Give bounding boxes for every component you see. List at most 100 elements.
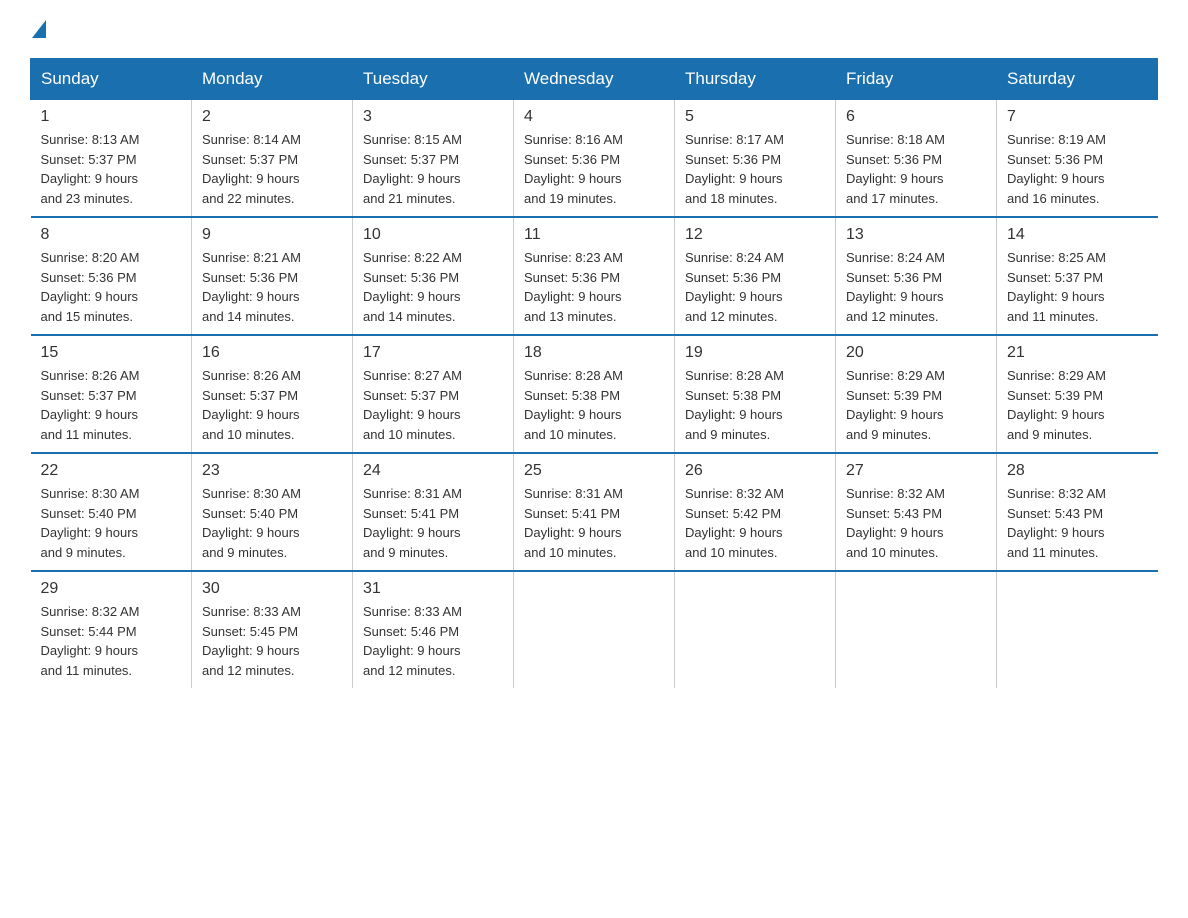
day-number: 31 xyxy=(363,580,503,598)
day-cell-24: 24 Sunrise: 8:31 AMSunset: 5:41 PMDaylig… xyxy=(353,453,514,571)
day-cell-14: 14 Sunrise: 8:25 AMSunset: 5:37 PMDaylig… xyxy=(997,217,1158,335)
header-wednesday: Wednesday xyxy=(514,59,675,100)
day-info: Sunrise: 8:15 AMSunset: 5:37 PMDaylight:… xyxy=(363,132,462,206)
day-number: 28 xyxy=(1007,462,1148,480)
day-info: Sunrise: 8:31 AMSunset: 5:41 PMDaylight:… xyxy=(363,486,462,560)
day-info: Sunrise: 8:28 AMSunset: 5:38 PMDaylight:… xyxy=(685,368,784,442)
day-info: Sunrise: 8:32 AMSunset: 5:43 PMDaylight:… xyxy=(1007,486,1106,560)
day-info: Sunrise: 8:27 AMSunset: 5:37 PMDaylight:… xyxy=(363,368,462,442)
empty-cell-w4-d4 xyxy=(675,571,836,688)
day-cell-22: 22 Sunrise: 8:30 AMSunset: 5:40 PMDaylig… xyxy=(31,453,192,571)
day-number: 21 xyxy=(1007,344,1148,362)
header-thursday: Thursday xyxy=(675,59,836,100)
day-number: 29 xyxy=(41,580,182,598)
day-cell-10: 10 Sunrise: 8:22 AMSunset: 5:36 PMDaylig… xyxy=(353,217,514,335)
day-number: 15 xyxy=(41,344,182,362)
day-cell-9: 9 Sunrise: 8:21 AMSunset: 5:36 PMDayligh… xyxy=(192,217,353,335)
day-info: Sunrise: 8:30 AMSunset: 5:40 PMDaylight:… xyxy=(202,486,301,560)
day-info: Sunrise: 8:14 AMSunset: 5:37 PMDaylight:… xyxy=(202,132,301,206)
day-number: 26 xyxy=(685,462,825,480)
week-row-3: 15 Sunrise: 8:26 AMSunset: 5:37 PMDaylig… xyxy=(31,335,1158,453)
day-info: Sunrise: 8:17 AMSunset: 5:36 PMDaylight:… xyxy=(685,132,784,206)
day-info: Sunrise: 8:16 AMSunset: 5:36 PMDaylight:… xyxy=(524,132,623,206)
day-cell-26: 26 Sunrise: 8:32 AMSunset: 5:42 PMDaylig… xyxy=(675,453,836,571)
day-info: Sunrise: 8:28 AMSunset: 5:38 PMDaylight:… xyxy=(524,368,623,442)
day-cell-15: 15 Sunrise: 8:26 AMSunset: 5:37 PMDaylig… xyxy=(31,335,192,453)
day-info: Sunrise: 8:26 AMSunset: 5:37 PMDaylight:… xyxy=(202,368,301,442)
day-number: 25 xyxy=(524,462,664,480)
day-info: Sunrise: 8:32 AMSunset: 5:42 PMDaylight:… xyxy=(685,486,784,560)
day-number: 17 xyxy=(363,344,503,362)
week-row-4: 22 Sunrise: 8:30 AMSunset: 5:40 PMDaylig… xyxy=(31,453,1158,571)
day-info: Sunrise: 8:19 AMSunset: 5:36 PMDaylight:… xyxy=(1007,132,1106,206)
day-cell-23: 23 Sunrise: 8:30 AMSunset: 5:40 PMDaylig… xyxy=(192,453,353,571)
day-cell-6: 6 Sunrise: 8:18 AMSunset: 5:36 PMDayligh… xyxy=(836,100,997,218)
header-tuesday: Tuesday xyxy=(353,59,514,100)
week-row-1: 1 Sunrise: 8:13 AMSunset: 5:37 PMDayligh… xyxy=(31,100,1158,218)
calendar-table: SundayMondayTuesdayWednesdayThursdayFrid… xyxy=(30,58,1158,688)
header-sunday: Sunday xyxy=(31,59,192,100)
day-number: 2 xyxy=(202,108,342,126)
day-cell-29: 29 Sunrise: 8:32 AMSunset: 5:44 PMDaylig… xyxy=(31,571,192,688)
day-cell-2: 2 Sunrise: 8:14 AMSunset: 5:37 PMDayligh… xyxy=(192,100,353,218)
day-info: Sunrise: 8:32 AMSunset: 5:44 PMDaylight:… xyxy=(41,604,140,678)
day-info: Sunrise: 8:20 AMSunset: 5:36 PMDaylight:… xyxy=(41,250,140,324)
day-cell-19: 19 Sunrise: 8:28 AMSunset: 5:38 PMDaylig… xyxy=(675,335,836,453)
day-number: 27 xyxy=(846,462,986,480)
day-number: 1 xyxy=(41,108,182,126)
day-number: 5 xyxy=(685,108,825,126)
empty-cell-w4-d5 xyxy=(836,571,997,688)
day-number: 4 xyxy=(524,108,664,126)
day-info: Sunrise: 8:33 AMSunset: 5:45 PMDaylight:… xyxy=(202,604,301,678)
header-friday: Friday xyxy=(836,59,997,100)
day-cell-12: 12 Sunrise: 8:24 AMSunset: 5:36 PMDaylig… xyxy=(675,217,836,335)
day-number: 7 xyxy=(1007,108,1148,126)
header-saturday: Saturday xyxy=(997,59,1158,100)
day-info: Sunrise: 8:31 AMSunset: 5:41 PMDaylight:… xyxy=(524,486,623,560)
day-info: Sunrise: 8:22 AMSunset: 5:36 PMDaylight:… xyxy=(363,250,462,324)
day-cell-7: 7 Sunrise: 8:19 AMSunset: 5:36 PMDayligh… xyxy=(997,100,1158,218)
day-number: 22 xyxy=(41,462,182,480)
day-info: Sunrise: 8:18 AMSunset: 5:36 PMDaylight:… xyxy=(846,132,945,206)
day-number: 19 xyxy=(685,344,825,362)
day-cell-21: 21 Sunrise: 8:29 AMSunset: 5:39 PMDaylig… xyxy=(997,335,1158,453)
day-info: Sunrise: 8:32 AMSunset: 5:43 PMDaylight:… xyxy=(846,486,945,560)
day-cell-17: 17 Sunrise: 8:27 AMSunset: 5:37 PMDaylig… xyxy=(353,335,514,453)
day-info: Sunrise: 8:24 AMSunset: 5:36 PMDaylight:… xyxy=(685,250,784,324)
calendar-header-row: SundayMondayTuesdayWednesdayThursdayFrid… xyxy=(31,59,1158,100)
day-info: Sunrise: 8:13 AMSunset: 5:37 PMDaylight:… xyxy=(41,132,140,206)
day-cell-18: 18 Sunrise: 8:28 AMSunset: 5:38 PMDaylig… xyxy=(514,335,675,453)
day-number: 10 xyxy=(363,226,503,244)
day-number: 6 xyxy=(846,108,986,126)
day-info: Sunrise: 8:21 AMSunset: 5:36 PMDaylight:… xyxy=(202,250,301,324)
day-info: Sunrise: 8:33 AMSunset: 5:46 PMDaylight:… xyxy=(363,604,462,678)
day-info: Sunrise: 8:29 AMSunset: 5:39 PMDaylight:… xyxy=(846,368,945,442)
day-info: Sunrise: 8:25 AMSunset: 5:37 PMDaylight:… xyxy=(1007,250,1106,324)
day-cell-8: 8 Sunrise: 8:20 AMSunset: 5:36 PMDayligh… xyxy=(31,217,192,335)
day-cell-16: 16 Sunrise: 8:26 AMSunset: 5:37 PMDaylig… xyxy=(192,335,353,453)
day-number: 18 xyxy=(524,344,664,362)
day-number: 12 xyxy=(685,226,825,244)
header-monday: Monday xyxy=(192,59,353,100)
day-cell-25: 25 Sunrise: 8:31 AMSunset: 5:41 PMDaylig… xyxy=(514,453,675,571)
day-number: 30 xyxy=(202,580,342,598)
logo xyxy=(30,20,48,38)
day-cell-13: 13 Sunrise: 8:24 AMSunset: 5:36 PMDaylig… xyxy=(836,217,997,335)
page-header xyxy=(30,20,1158,38)
day-cell-11: 11 Sunrise: 8:23 AMSunset: 5:36 PMDaylig… xyxy=(514,217,675,335)
day-cell-4: 4 Sunrise: 8:16 AMSunset: 5:36 PMDayligh… xyxy=(514,100,675,218)
day-number: 16 xyxy=(202,344,342,362)
day-number: 13 xyxy=(846,226,986,244)
day-info: Sunrise: 8:26 AMSunset: 5:37 PMDaylight:… xyxy=(41,368,140,442)
empty-cell-w4-d6 xyxy=(997,571,1158,688)
day-number: 24 xyxy=(363,462,503,480)
day-number: 23 xyxy=(202,462,342,480)
day-info: Sunrise: 8:24 AMSunset: 5:36 PMDaylight:… xyxy=(846,250,945,324)
day-cell-5: 5 Sunrise: 8:17 AMSunset: 5:36 PMDayligh… xyxy=(675,100,836,218)
day-number: 9 xyxy=(202,226,342,244)
day-info: Sunrise: 8:30 AMSunset: 5:40 PMDaylight:… xyxy=(41,486,140,560)
day-info: Sunrise: 8:23 AMSunset: 5:36 PMDaylight:… xyxy=(524,250,623,324)
logo-triangle-icon xyxy=(32,20,46,38)
day-cell-27: 27 Sunrise: 8:32 AMSunset: 5:43 PMDaylig… xyxy=(836,453,997,571)
day-number: 3 xyxy=(363,108,503,126)
